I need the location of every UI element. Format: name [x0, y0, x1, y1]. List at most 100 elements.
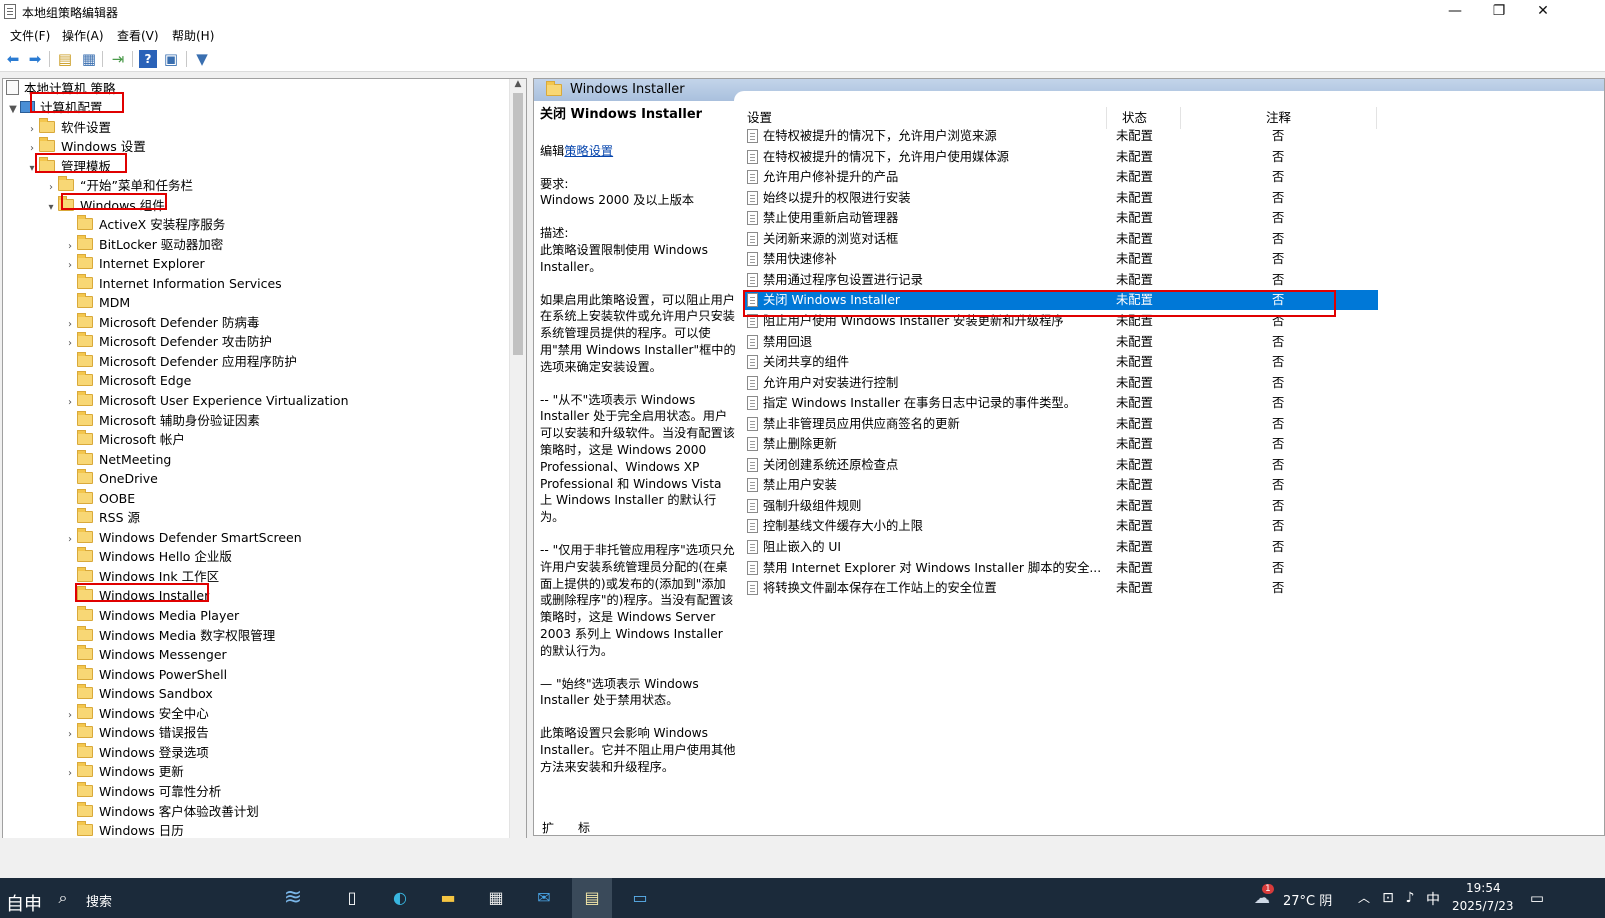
tree-scrollbar[interactable]: ▲ ▼ — [509, 79, 526, 855]
tree-item[interactable]: Microsoft Edge — [63, 371, 191, 390]
policy-row[interactable]: 强制升级组件规则 未配置 否 — [744, 496, 1378, 516]
tree-start-menu[interactable]: › “开始”菜单和任务栏 — [44, 176, 193, 195]
tree-computer-config[interactable]: ▼ 计算机配置 — [6, 98, 102, 119]
tree-item[interactable]: Windows Hello 企业版 — [63, 547, 232, 566]
policy-row[interactable]: 禁用快速修补 未配置 否 — [744, 249, 1378, 269]
show-hide-tree-icon[interactable]: ▦ — [80, 50, 98, 68]
policy-row[interactable]: 关闭创建系统还原检查点 未配置 否 — [744, 455, 1378, 475]
back-icon[interactable]: ⬅ — [4, 50, 22, 68]
column-comment[interactable]: 注释 — [1266, 107, 1291, 126]
volume-icon[interactable]: ♪ — [1401, 884, 1419, 912]
policy-row[interactable]: 控制基线文件缓存大小的上限 未配置 否 — [744, 516, 1378, 536]
tree-item[interactable]: Windows Sandbox — [63, 684, 213, 703]
forward-icon[interactable]: ➡ — [26, 50, 44, 68]
tree-item[interactable]: MDM — [63, 293, 130, 312]
menu-action[interactable]: 操作(A) — [62, 27, 104, 44]
column-state[interactable]: 状态 — [1122, 107, 1147, 126]
tree-item[interactable]: Microsoft 帐户 — [63, 430, 185, 449]
tree-item[interactable]: › BitLocker 驱动器加密 — [63, 234, 223, 256]
tree-item[interactable]: OOBE — [63, 488, 135, 508]
tree-item[interactable]: Windows 可靠性分析 — [63, 781, 221, 801]
policy-row[interactable]: 允许用户修补提升的产品 未配置 否 — [744, 167, 1378, 187]
notepad-icon[interactable]: ▤ — [572, 878, 612, 918]
chevron-right-icon[interactable]: › — [63, 764, 77, 783]
tree-admin-templates[interactable]: ▾ 管理模板 — [25, 157, 111, 176]
tree-item[interactable]: Microsoft 辅助身份验证因素 — [63, 410, 260, 430]
tree-item[interactable]: Windows PowerShell — [63, 664, 227, 684]
chevron-up-icon[interactable]: ︿ — [1356, 884, 1372, 912]
up-folder-icon[interactable]: ▤ — [56, 50, 74, 68]
search-icon[interactable]: ⌕ — [52, 884, 74, 912]
scroll-up-arrow-icon[interactable]: ▲ — [510, 79, 526, 93]
store-icon[interactable]: ▦ — [482, 884, 510, 912]
minimize-button[interactable]: — — [1432, 0, 1478, 24]
help-icon[interactable]: ? — [139, 50, 157, 68]
policy-row[interactable]: 阻止嵌入的 UI 未配置 否 — [744, 537, 1378, 557]
chevron-right-icon[interactable]: › — [25, 139, 39, 158]
policy-row[interactable]: 禁止使用重新启动管理器 未配置 否 — [744, 208, 1378, 228]
properties-icon[interactable]: ▣ — [162, 50, 180, 68]
close-button[interactable]: ✕ — [1520, 0, 1566, 24]
tree-item[interactable]: Windows 客户体验改善计划 — [63, 801, 259, 821]
clock-time[interactable]: 19:54 — [1466, 881, 1501, 895]
policy-row[interactable]: 在特权被提升的情况下，允许用户浏览来源 未配置 否 — [744, 126, 1378, 146]
tree-item[interactable]: Windows Media Player — [63, 606, 239, 625]
chevron-right-icon[interactable]: › — [63, 530, 77, 549]
tree-item[interactable]: › Windows 错误报告 — [63, 723, 209, 742]
tab-extended[interactable]: 扩展 — [542, 819, 554, 835]
tree-item[interactable]: Windows 登录选项 — [63, 742, 209, 762]
tree-item[interactable]: NetMeeting — [63, 449, 171, 469]
policy-row[interactable]: 始终以提升的权限进行安装 未配置 否 — [744, 188, 1378, 208]
policy-row[interactable]: 将转换文件副本保存在工作站上的安全位置 未配置 否 — [744, 578, 1378, 598]
network-icon[interactable]: ⊡ — [1379, 884, 1397, 912]
chevron-right-icon[interactable]: › — [44, 178, 58, 197]
chevron-right-icon[interactable]: › — [63, 315, 77, 334]
policy-row[interactable]: 关闭 Windows Installer 未配置 否 — [744, 290, 1378, 311]
chevron-right-icon[interactable]: › — [63, 706, 77, 725]
tree-item[interactable]: Internet Information Services — [63, 273, 282, 293]
tree-item[interactable]: › Windows 安全中心 — [63, 703, 209, 725]
tree-item[interactable]: › Windows 更新 — [63, 762, 184, 781]
policy-row[interactable]: 禁用回退 未配置 否 — [744, 332, 1378, 352]
tree-root[interactable]: 本地计算机 策略 — [6, 79, 115, 98]
edit-policy-link[interactable]: 策略设置 — [564, 144, 613, 158]
tree-item[interactable]: Windows Ink 工作区 — [63, 566, 219, 586]
tree-item[interactable]: › Microsoft Defender 攻击防护 — [63, 332, 272, 351]
policy-row[interactable]: 允许用户对安装进行控制 未配置 否 — [744, 373, 1378, 393]
tree-item[interactable]: › Internet Explorer — [63, 254, 205, 273]
policy-row[interactable]: 阻止用户使用 Windows Installer 安装更新和升级程序 未配置 否 — [744, 311, 1378, 331]
task-view-icon[interactable]: ▯ — [340, 884, 364, 912]
policy-row[interactable]: 禁止删除更新 未配置 否 — [744, 434, 1378, 454]
policy-editor-icon[interactable]: ▭ — [626, 884, 654, 912]
tab-standard[interactable]: 标准 — [578, 819, 590, 835]
notification-icon[interactable]: ▭ — [1526, 884, 1548, 912]
filter-icon[interactable]: ▼ — [193, 50, 211, 68]
tree-software-settings[interactable]: › 软件设置 — [25, 118, 111, 137]
tree-item[interactable]: Windows Media 数字权限管理 — [63, 625, 275, 645]
policy-row[interactable]: 指定 Windows Installer 在事务日志中记录的事件类型。 未配置 否 — [744, 393, 1378, 413]
tree-item[interactable]: OneDrive — [63, 469, 158, 488]
maximize-button[interactable]: ❐ — [1476, 0, 1522, 24]
menu-file[interactable]: 文件(F) — [10, 27, 50, 44]
menu-help[interactable]: 帮助(H) — [172, 27, 214, 44]
clock-date[interactable]: 2025/7/23 — [1452, 899, 1514, 913]
ime-indicator[interactable]: 中 — [1426, 889, 1440, 909]
chevron-down-icon[interactable]: ▾ — [25, 159, 39, 178]
policy-row[interactable]: 禁用 Internet Explorer 对 Windows Installer… — [744, 558, 1378, 578]
edge-icon[interactable]: ◐ — [386, 884, 414, 912]
policy-row[interactable]: 在特权被提升的情况下，允许用户使用媒体源 未配置 否 — [744, 147, 1378, 167]
search-label[interactable]: 搜索 — [86, 891, 112, 910]
policy-row[interactable]: 禁用通过程序包设置进行记录 未配置 否 — [744, 270, 1378, 290]
chevron-down-icon[interactable]: ▼ — [6, 100, 20, 119]
chevron-right-icon[interactable]: › — [63, 334, 77, 353]
policy-row[interactable]: 禁止非管理员应用供应商签名的更新 未配置 否 — [744, 414, 1378, 434]
tree-item[interactable]: › Windows Defender SmartScreen — [63, 527, 302, 549]
policy-row[interactable]: 禁止用户安装 未配置 否 — [744, 475, 1378, 495]
file-explorer-icon[interactable]: ▬ — [434, 884, 462, 912]
chevron-right-icon[interactable]: › — [63, 237, 77, 256]
tree-item[interactable]: › Microsoft User Experience Virtualizatio… — [63, 390, 349, 412]
ime-start-label[interactable]: 自申 — [6, 890, 42, 916]
chevron-right-icon[interactable]: › — [63, 393, 77, 412]
scrollbar-thumb[interactable] — [513, 93, 523, 355]
chevron-down-icon[interactable]: ▾ — [44, 198, 58, 217]
